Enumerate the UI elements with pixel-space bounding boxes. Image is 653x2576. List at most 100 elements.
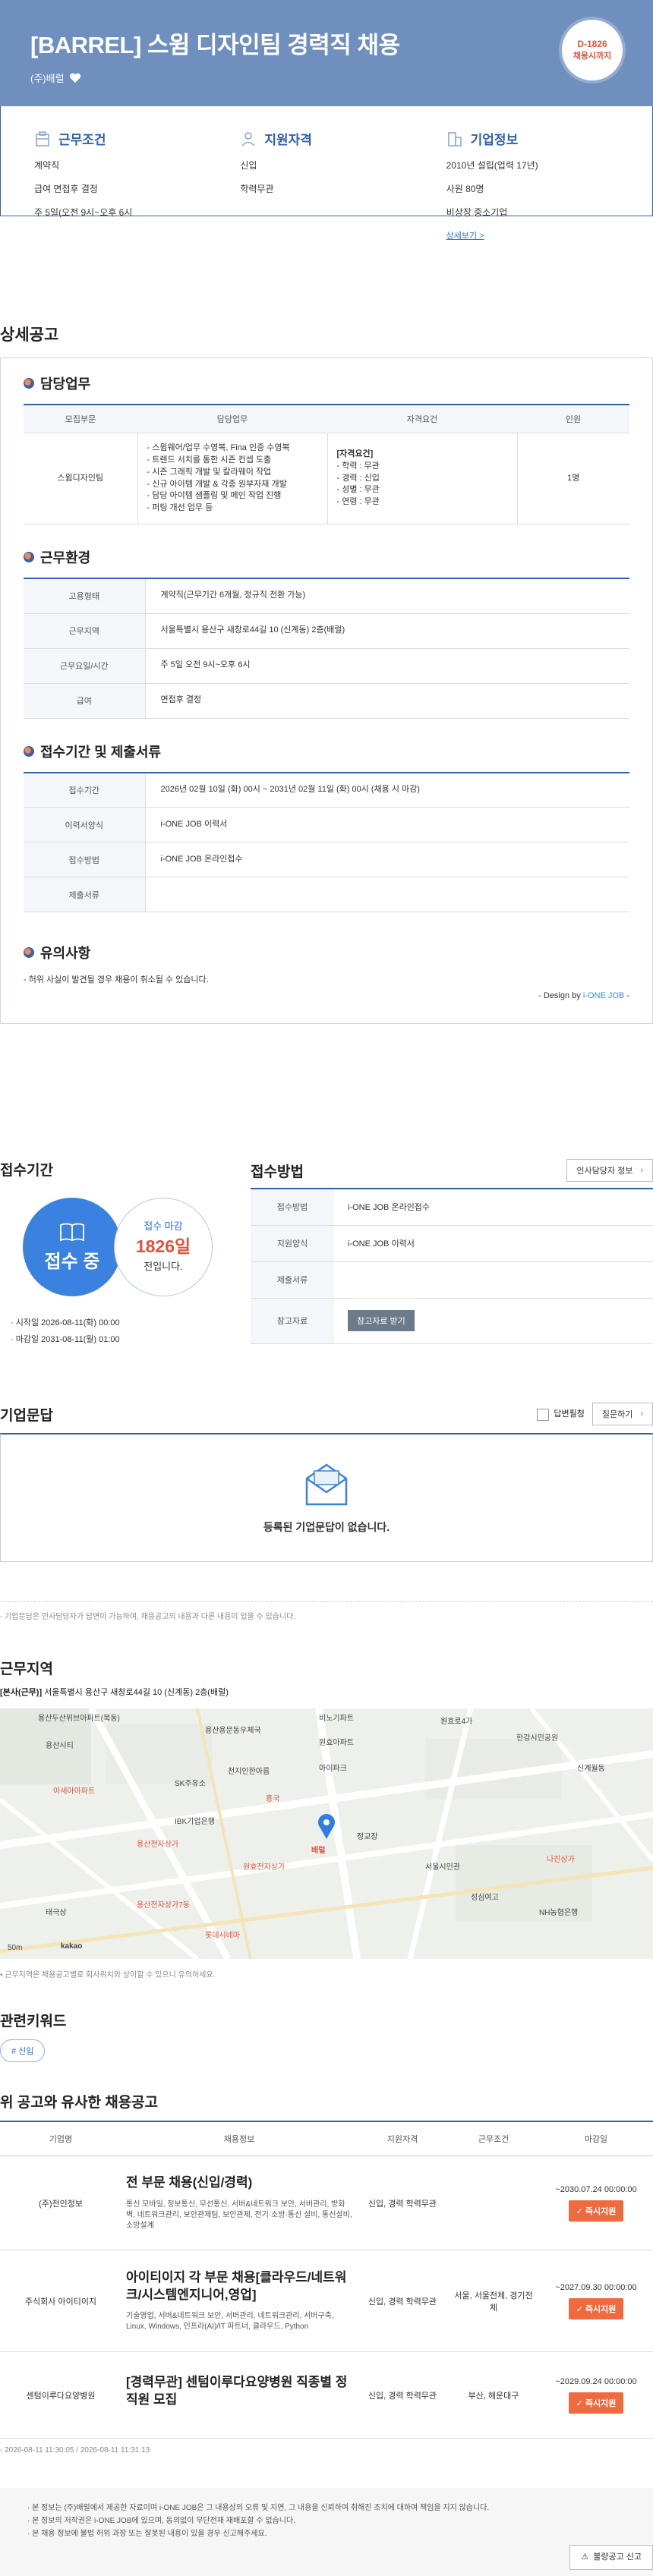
row-value: 계약직(근무기간 6개월, 정규직 전환 가능) [145, 578, 629, 614]
map-label: 원효전자상가 [243, 1863, 285, 1872]
table-header: 근무조건 [448, 2121, 539, 2156]
report-button[interactable]: ⚠ 불량공고 신고 [569, 2545, 653, 2570]
map-brand-logo: kakao [61, 1942, 83, 1951]
company-link[interactable]: (주)배럴 [30, 71, 65, 85]
map-label: 용산시티 [46, 1742, 74, 1750]
duty-task: - 시즌 그래픽 개발 및 칼라웨이 작업 [147, 467, 272, 477]
similar-table: 기업명 채용정보 지원자격 근무조건 마감일 (주)전인정보 전 부문 채용(신… [0, 2121, 653, 2439]
req-item: - 성별 : 무관 [336, 485, 380, 495]
map-label: 신계월동 [577, 1765, 605, 1773]
table-header: 기업명 [0, 2121, 121, 2156]
duty-tasks: - 스윔웨어/업무 수영복, Fina 인증 수영복 - 트렌드 서치를 통한 … [137, 433, 327, 524]
apply-section: 접수기간 접수 중 접수 마감 1826일 전입니다. · 시작일 2026-0… [0, 1159, 653, 1345]
row-key: 근무요일/시간 [24, 648, 146, 684]
similar-deadline: ~2030.07.24 00:00:00 [555, 2184, 637, 2194]
table-header: 지원자격 [357, 2121, 448, 2156]
summary-line: 계약직 [34, 160, 60, 171]
similar-cond: 서울, 서울전체, 경기전체 [448, 2250, 539, 2352]
footer-line: · 본 정보의 저작권은 i-ONE JOB에 있으며, 동의없이 무단전재 재… [27, 2517, 295, 2525]
summary-line: 사원 80명 [446, 184, 484, 194]
duty-task: - 신규 아이템 개발 & 각종 원부자재 개발 [147, 479, 287, 489]
similar-qual: 신입, 경력 학력무관 [357, 2351, 448, 2439]
footer-line: · 본 정보는 (주)배럴에서 제공한 자료이며 i-ONE JOB은 그 내용… [27, 2504, 490, 2512]
summary-line: 신입 [240, 160, 257, 171]
duty-task: - 퍼팅 개선 업무 등 [147, 503, 213, 513]
row-value [145, 877, 629, 912]
map-label: 용산두산위브아파트(북동) [38, 1715, 120, 1723]
table-row[interactable]: 센텀이루다요양병원 [경력무관] 센텀이루다요양병원 직종별 정직원 모집 신입… [0, 2351, 653, 2439]
notice-text: - 허위 사실이 발견될 경우 채용이 취소될 수 있습니다. [24, 975, 209, 984]
design-by-brand: i-ONE JOB [582, 991, 625, 1000]
bullet-icon [24, 745, 34, 757]
answered-only-checkbox[interactable]: 답변필청 [537, 1407, 585, 1421]
apply-status: 접수 중 [44, 1251, 100, 1272]
reference-download-button[interactable]: 참고자료 받기 [348, 1310, 415, 1331]
table-row[interactable]: 주식회사 아이티이지 아이티이지 각 부문 채용[클라우드/네트워크/시스템엔지… [0, 2250, 653, 2352]
apply-method: 접수방법 인사담당자 정보 › 접수방법 i-ONE JOB 온라인접수 지원양식 i… [251, 1159, 653, 1345]
hr-info-label: 인사담당자 정보 [576, 1167, 633, 1176]
map-label: 정교장 [357, 1833, 378, 1841]
book-icon [60, 1223, 84, 1241]
req-title: [자격요건] [336, 449, 374, 458]
similar-qual: 신입, 경력 학력무관 [357, 2250, 448, 2352]
qa-note: - 기업문답은 인사담당자가 답변이 가능하며, 채용공고의 내용과 다른 내용… [0, 1601, 653, 1621]
table-row: 접수방법 i-ONE JOB 온라인접수 [251, 1189, 653, 1226]
footer-line: · 본 채용 정보에 불법 허위 과장 또는 잘못된 내용이 있을 경우 신고해… [27, 2530, 267, 2538]
row-value: 2026년 02월 10일 (화) 00시 ~ 2031년 02월 11일 (화… [145, 772, 629, 808]
answered-only-label: 답변필청 [554, 1409, 585, 1419]
ask-question-label: 질문하기 [601, 1410, 633, 1419]
table-row: 스윔디자인팀 - 스윔웨어/업무 수영복, Fina 인증 수영복 - 트렌드 … [24, 433, 629, 524]
quick-apply-button[interactable]: ✓ 즉시지원 [568, 2200, 624, 2222]
map-label: 용산용문동우체국 [205, 1727, 261, 1735]
similar-company[interactable]: 센텀이루다요양병원 [0, 2351, 121, 2439]
summary-qualifications-title: 지원자격 [264, 133, 312, 147]
table-row[interactable]: (주)전인정보 전 부문 채용(신입/경력) 통신 모바일, 정보통신, 무선통신… [0, 2156, 653, 2250]
similar-cond: 부산, 해운대구 [448, 2351, 539, 2439]
dday-badge: D-1826 채용시까지 [562, 20, 623, 80]
similar-title: 위 공고와 유사한 채용공고 [0, 2095, 159, 2111]
company-detail-link[interactable]: 상세보기 > [446, 231, 484, 241]
similar-company[interactable]: (주)전인정보 [0, 2156, 121, 2250]
similar-cond [448, 2156, 539, 2250]
map-label: 용산전자상가 [137, 1841, 179, 1849]
qa-header: 기업문답 답변필청 질문하기 › [0, 1403, 653, 1425]
similar-deadline: ~2027.09.30 00:00:00 [555, 2282, 637, 2292]
table-row: 접수방법 i-ONE JOB 온라인접수 [24, 842, 629, 877]
row-key: 참고자료 [251, 1298, 334, 1344]
status-circle: 접수 중 [23, 1198, 121, 1296]
job-title: [BARREL] 스윔 디자인팀 경력직 채용 [30, 32, 400, 58]
map[interactable]: 용산두산위브아파트(북동) 비노기파트 용산용문동우체국 원효아파트 용산시티 … [0, 1708, 653, 1959]
map-label: 흥국 [266, 1795, 280, 1803]
qa-empty-box: 등록된 기업문답이 없습니다. [0, 1433, 653, 1562]
summary-company: 기업정보 2010년 설립(업력 17년) 사원 80명 비상장 중소기업 상세… [446, 129, 652, 241]
location-address-text: 서울특별시 용산구 새창로44길 10 (신계동) 2층(배럴) [42, 1688, 229, 1697]
map-label: IBK기업은행 [175, 1818, 215, 1826]
duty-task: - 스윔웨어/업무 수영복, Fina 인증 수영복 [147, 442, 290, 452]
table-row: 지원양식 i-ONE JOB 이력서 [251, 1225, 653, 1262]
chevron-right-icon: › [640, 1409, 643, 1419]
heart-icon[interactable] [69, 72, 81, 83]
summary-line: 2010년 설립(업력 17년) [446, 160, 538, 171]
ask-question-button[interactable]: 질문하기 › [591, 1403, 653, 1425]
table-header: 마감일 [539, 2121, 653, 2156]
summary-conditions-title: 근무조건 [58, 133, 106, 147]
map-label: 천지인한아름 [228, 1768, 270, 1776]
map-label: 비노기파트 [319, 1715, 354, 1723]
duty-task: - 담당 아이템 샘플링 및 메인 작업 진행 [147, 491, 282, 501]
similar-job-title[interactable]: [경력무관] 센텀이루다요양병원 직종별 정직원 모집 [126, 2374, 352, 2408]
similar-company[interactable]: 주식회사 아이티이지 [0, 2250, 121, 2352]
deadline-suffix: 전입니다. [144, 1260, 183, 1272]
similar-job-title[interactable]: 전 부문 채용(신입/경력) [126, 2174, 352, 2191]
table-header: 모집부문 [24, 405, 137, 433]
map-label: 아세아아파트 [53, 1787, 96, 1796]
quick-apply-button[interactable]: ✓ 즉시지원 [568, 2392, 624, 2414]
similar-job-title[interactable]: 아이티이지 각 부문 채용[클라우드/네트워크/시스템엔지니어,영업] [126, 2269, 352, 2303]
env-title: 근무환경 [40, 550, 91, 565]
location-address: [본사(근무)] 서울특별시 용산구 새창로44길 10 (신계동) 2층(배럴… [0, 1686, 653, 1698]
map-label: 성심여고 [471, 1894, 499, 1902]
table-row: 참고자료 참고자료 받기 [251, 1298, 653, 1344]
hr-info-button[interactable]: 인사담당자 정보 › [566, 1159, 653, 1182]
row-value: 서울특별시 용산구 새창로44길 10 (신계동) 2층(배럴) [145, 613, 629, 649]
quick-apply-button[interactable]: ✓ 즉시지원 [568, 2297, 624, 2319]
keyword-chip[interactable]: # 신입 [0, 2039, 46, 2062]
